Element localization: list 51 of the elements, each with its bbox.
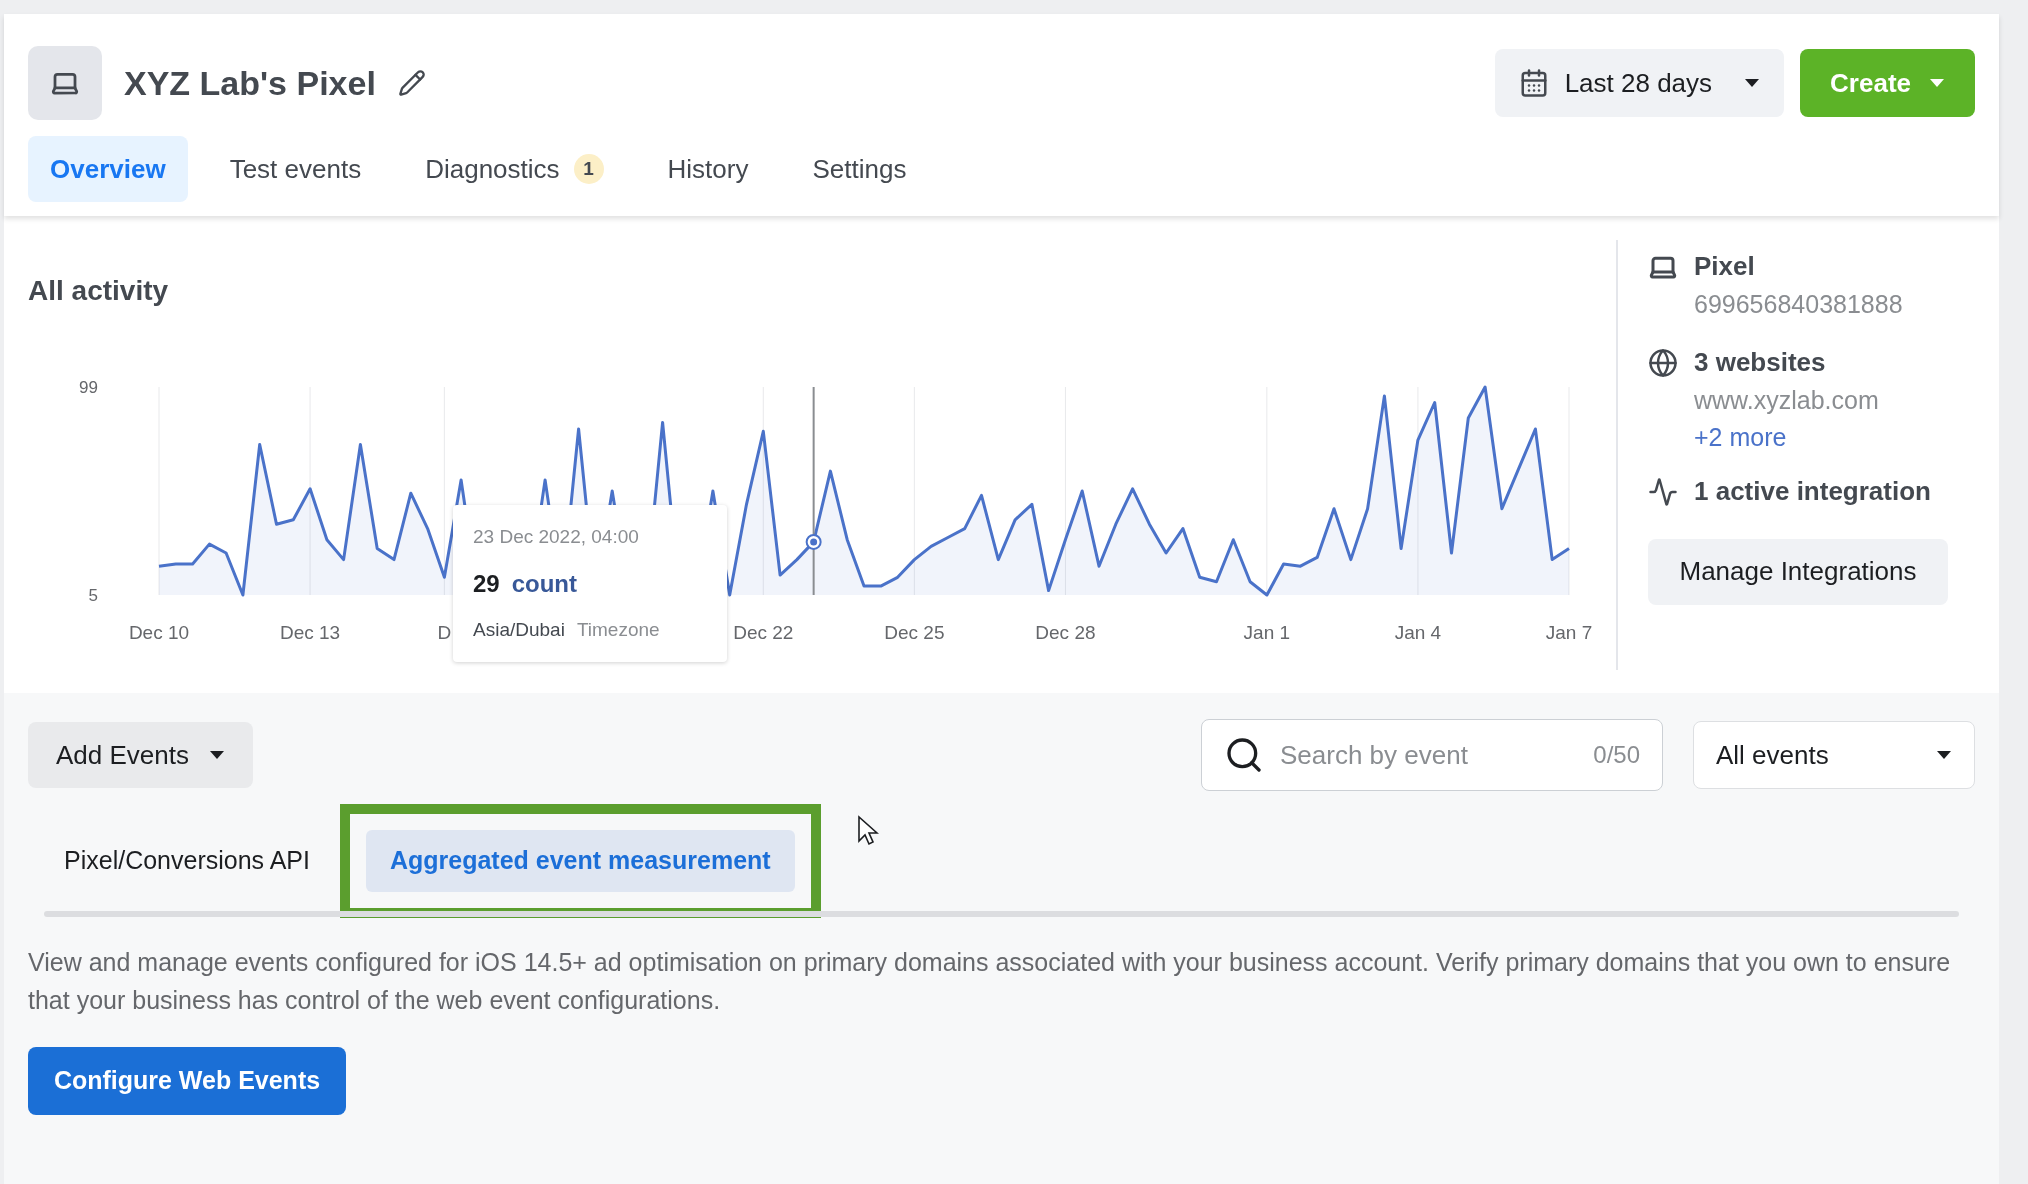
caret-icon	[1744, 78, 1761, 88]
search-icon	[1224, 735, 1264, 775]
pixel-label: Pixel	[1694, 250, 1756, 283]
tab[interactable]: Settings	[790, 136, 929, 202]
caret-icon	[1929, 78, 1945, 88]
axis-label: Dec 25	[884, 622, 945, 643]
axis-label: 5	[88, 586, 98, 605]
more-link[interactable]: +2 more	[1694, 420, 1879, 454]
caret-icon	[209, 750, 225, 760]
hover-point	[805, 533, 822, 550]
edit-icon[interactable]	[397, 69, 426, 97]
tooltip-timezone: Asia/Dubai	[473, 617, 565, 642]
axis-label: 99	[79, 378, 98, 397]
caret-icon	[1936, 750, 1952, 760]
axis-label: D	[437, 622, 452, 643]
add-events-button[interactable]: Add Events	[28, 722, 253, 788]
axis-label: Jan 1	[1243, 622, 1291, 643]
axis-label: Jan 4	[1394, 622, 1442, 643]
pixel-id: 699656840381888	[1694, 288, 1903, 320]
section-title: All activity	[28, 274, 170, 308]
cursor-icon	[856, 815, 879, 847]
axis-label: Dec 13	[279, 622, 341, 643]
date-range-button[interactable]: Last 28 days	[1494, 49, 1785, 117]
pixel-title: XYZ Lab's Pixel	[124, 62, 376, 104]
search-input[interactable]: Search by event	[1280, 735, 1578, 775]
axis-label: Jan 7	[1545, 622, 1593, 643]
calendar-icon	[1518, 68, 1549, 98]
description-text: View and manage events configured for iOS 14.5+ ad optimisation on primary domains associated with your business account. Verify primary domains that you own to ensure that your business has control of the web event configurations.	[28, 947, 1952, 1016]
sub-tab[interactable]: Pixel/Conversions API	[40, 830, 334, 892]
sub-tab[interactable]: Aggregated event measurement	[365, 830, 795, 892]
websites-count: 3 websites	[1694, 346, 1827, 380]
pulse-icon	[1648, 477, 1678, 507]
manage-integrations-button[interactable]: Manage Integrations	[1648, 538, 1948, 605]
axis-label: Dec 28	[1035, 622, 1096, 643]
tab[interactable]: History	[645, 136, 771, 202]
tab[interactable]: Overview	[28, 136, 188, 202]
tooltip-timezone-label: Timezone	[576, 617, 660, 642]
configure-web-events-button[interactable]: Configure Web Events	[28, 1047, 346, 1115]
tooltip-date: 23 Dec 2022, 04:00	[473, 525, 640, 549]
axis-label: Dec 10	[128, 622, 190, 643]
tab[interactable]: Test events	[207, 136, 384, 202]
globe-icon	[1648, 348, 1678, 379]
count-badge: 1	[573, 154, 604, 184]
tooltip-series-name: count	[511, 568, 578, 599]
tooltip-value: 29	[473, 568, 500, 599]
integrations-count: 1 active integration	[1694, 475, 1931, 509]
tab[interactable]: Diagnostics 1	[403, 136, 626, 202]
website-url: www.xyzlab.com	[1694, 385, 1879, 417]
axis-label: Dec 22	[733, 622, 794, 643]
events-filter-dropdown[interactable]: All events	[1693, 721, 1975, 789]
character-counter: 0/50	[1593, 740, 1640, 770]
